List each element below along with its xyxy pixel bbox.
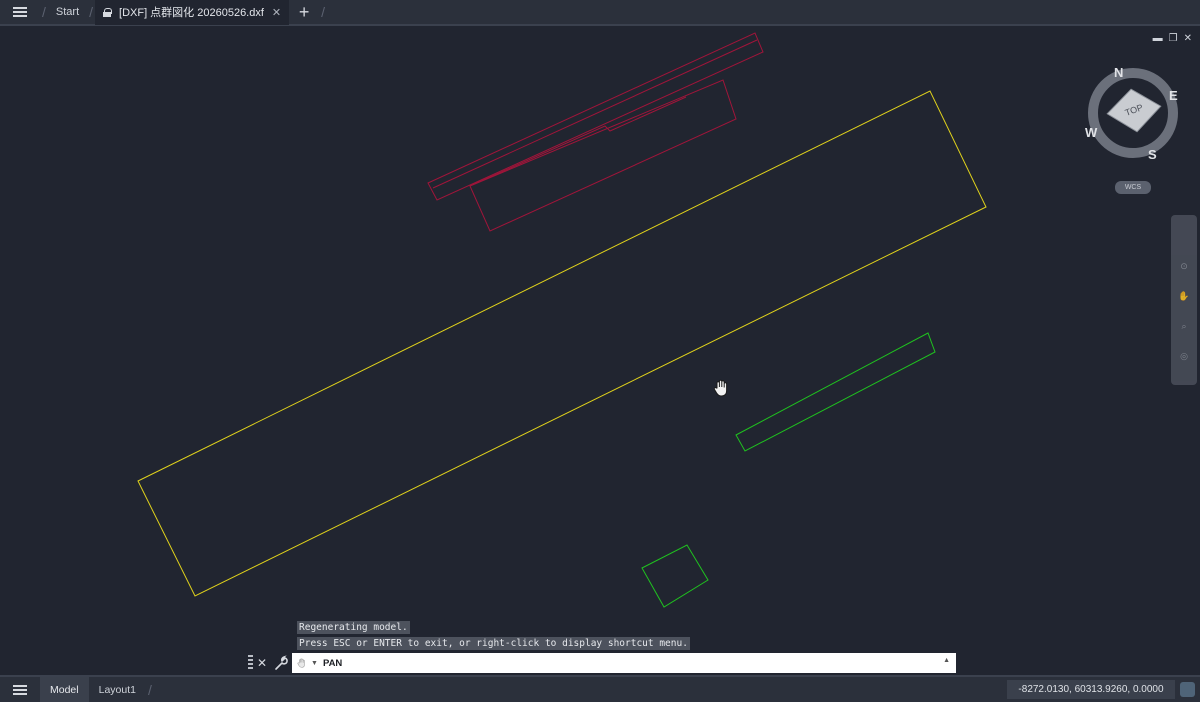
orbit-icon[interactable]: ◎ (1176, 351, 1192, 363)
hamburger-menu-icon (13, 684, 27, 695)
application-menu-button[interactable] (0, 0, 40, 25)
red-inner-line[interactable] (432, 39, 758, 189)
wcs-menu-button[interactable]: WCS (1115, 181, 1151, 194)
command-history-line: Press ESC or ENTER to exit, or right-cli… (297, 637, 690, 650)
red-outline-long[interactable] (427, 32, 764, 201)
command-line-grip-handle[interactable] (248, 655, 254, 671)
command-history-line: Regenerating model. (297, 621, 410, 634)
customize-wrench-icon[interactable] (273, 655, 289, 671)
compass-north-label[interactable]: N (1114, 65, 1123, 80)
compass-west-label[interactable]: W (1085, 125, 1098, 140)
command-line-input[interactable]: ▼ PAN ▲ (292, 653, 956, 673)
viewcube[interactable]: TOP N E S W (1082, 62, 1184, 164)
pan-icon[interactable]: ✋ (1176, 291, 1192, 303)
close-command-line-icon[interactable]: ✕ (257, 655, 269, 671)
command-history: Regenerating model. Press ESC or ENTER t… (297, 621, 690, 653)
status-bar: Model Layout1 / -8272.0130, 60313.9260, … (0, 675, 1200, 702)
zoom-icon[interactable]: ⌕ (1176, 321, 1192, 333)
navigation-bar: ⊙ ✋ ⌕ ◎ (1171, 215, 1197, 385)
layout-menu-button[interactable] (0, 677, 40, 702)
tab-start[interactable]: Start (48, 0, 87, 25)
new-tab-button[interactable]: + (289, 0, 319, 25)
tab-drawing-file[interactable]: [DXF] 点群図化 20260526.dxf ✕ (95, 0, 290, 25)
hamburger-menu-icon (13, 7, 27, 17)
pan-command-icon (297, 658, 305, 668)
lock-icon (103, 7, 113, 17)
tab-drawing-file-label: [DXF] 点群図化 20260526.dxf (119, 7, 264, 19)
drawing-canvas[interactable] (0, 28, 1200, 673)
compass-south-label[interactable]: S (1148, 147, 1157, 162)
compass-east-label[interactable]: E (1169, 88, 1178, 103)
tab-layout1[interactable]: Layout1 (89, 677, 146, 702)
settings-globe-icon[interactable] (1180, 682, 1195, 697)
autocad-window: / Start / [DXF] 点群図化 20260526.dxf ✕ + / … (0, 0, 1200, 702)
pan-hand-cursor-icon (713, 379, 728, 397)
command-history-expand-icon[interactable]: ▲ (943, 657, 950, 664)
current-command-text: PAN (322, 657, 343, 669)
tab-start-label: Start (55, 6, 80, 18)
document-tab-bar: / Start / [DXF] 点群図化 20260526.dxf ✕ + / (0, 0, 1200, 26)
green-small-square[interactable] (641, 544, 709, 608)
tab-model[interactable]: Model (40, 677, 89, 702)
yellow-rectangle[interactable] (137, 90, 987, 597)
recent-commands-dropdown-icon[interactable]: ▼ (311, 660, 318, 667)
close-tab-icon[interactable]: ✕ (272, 6, 281, 19)
coordinates-readout[interactable]: -8272.0130, 60313.9260, 0.0000 (1007, 680, 1175, 699)
steering-wheel-icon[interactable]: ⊙ (1176, 261, 1192, 273)
green-strip-rectangle[interactable] (735, 332, 936, 452)
